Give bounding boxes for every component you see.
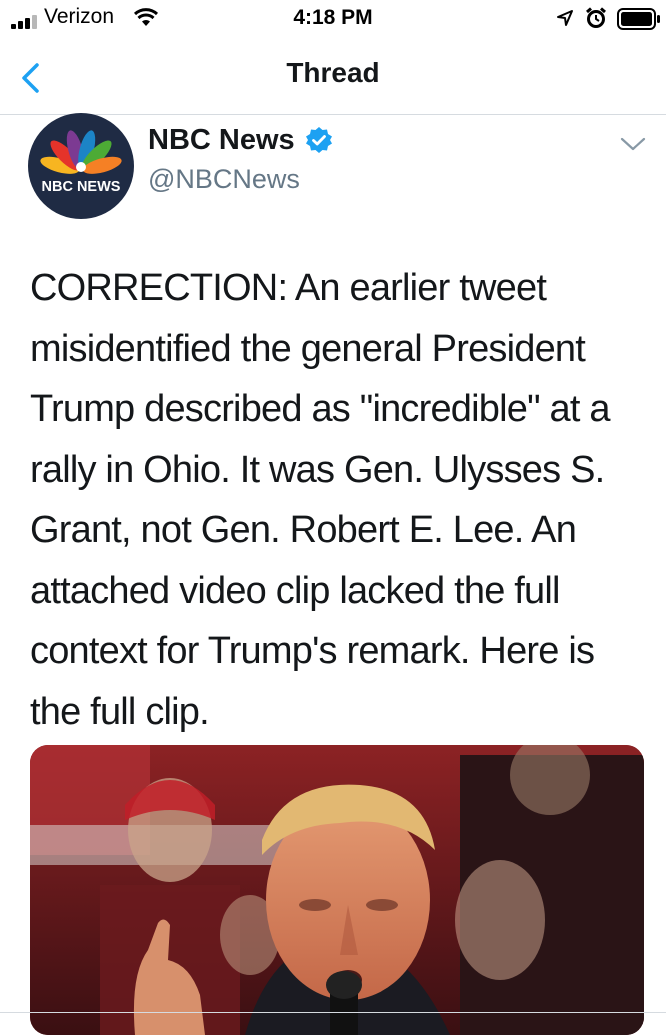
avatar-label: NBC NEWS — [42, 179, 121, 195]
tweet-text: CORRECTION: An earlier tweet misidentifi… — [30, 267, 611, 733]
location-arrow-icon — [557, 10, 573, 26]
navigation-bar: Thread — [0, 40, 666, 115]
author-handle[interactable]: @NBCNews — [148, 164, 300, 195]
video-frame-image — [30, 745, 644, 1035]
alarm-icon — [586, 7, 606, 28]
nbc-peacock-logo: NBC NEWS — [40, 130, 122, 195]
page-title: Thread — [286, 57, 380, 88]
avatar[interactable]: NBC NEWS — [28, 113, 134, 219]
verified-badge-icon — [306, 127, 332, 153]
battery-icon — [617, 8, 660, 30]
author-name[interactable]: NBC News — [148, 124, 295, 157]
tweet-video-thumbnail[interactable] — [30, 745, 644, 1035]
divider — [0, 1012, 666, 1013]
status-bar: Verizon 4:18 PM — [0, 0, 666, 40]
chevron-down-icon[interactable] — [620, 136, 646, 152]
